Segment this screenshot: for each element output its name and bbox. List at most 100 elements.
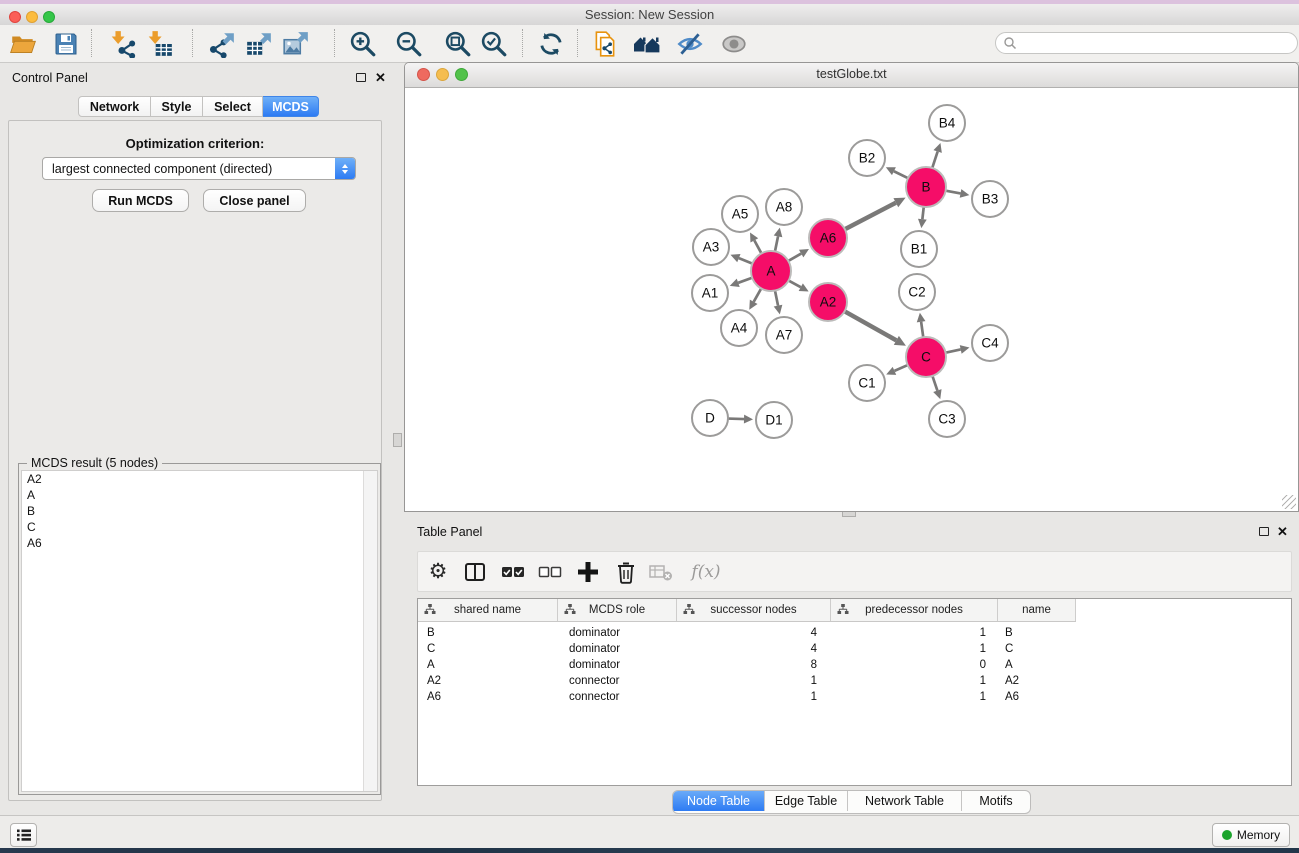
tab-edge-table[interactable]: Edge Table	[765, 791, 848, 811]
graph-node-label: A2	[820, 295, 837, 310]
zoom-in-button[interactable]	[347, 28, 379, 60]
cell-shared-name: A	[418, 657, 558, 673]
import-table-button[interactable]	[144, 28, 176, 60]
result-list-scrollbar[interactable]	[363, 471, 377, 791]
graph-edge-C-C4[interactable]	[946, 349, 961, 352]
column-header-predecessor-nodes[interactable]: predecessor nodes	[831, 599, 998, 621]
graph-edge-A-A1[interactable]	[738, 278, 752, 283]
attribute-tree-icon	[837, 604, 849, 615]
criterion-dropdown[interactable]: largest connected component (directed)	[42, 157, 356, 180]
cell-successor-nodes: 8	[677, 657, 831, 673]
table-panel-close-icon[interactable]: ✕	[1277, 527, 1288, 537]
criterion-dropdown-value: largest connected component (directed)	[43, 162, 335, 176]
export-network-button[interactable]	[206, 28, 238, 60]
network-graph[interactable]: B4B2BB3A8A5A6A3B1AA1C2A2A4A7C4CC1C3DD1	[405, 88, 1298, 511]
control-panel-title: Control Panel	[12, 71, 88, 85]
graph-edge-A-A3[interactable]	[739, 258, 753, 263]
control-panel-close-icon[interactable]: ✕	[375, 73, 386, 83]
save-session-button[interactable]	[50, 28, 82, 60]
graph-edge-A-A6[interactable]	[788, 254, 801, 261]
cell-mcds-role: connector	[558, 673, 677, 689]
list-item[interactable]: A6	[22, 535, 377, 551]
network-canvas[interactable]: B4B2BB3A8A5A6A3B1AA1C2A2A4A7C4CC1C3DD1	[405, 88, 1298, 511]
zoom-out-button[interactable]	[393, 28, 425, 60]
zoom-fit-icon	[444, 30, 472, 58]
graph-node-label: B1	[911, 242, 928, 257]
list-item[interactable]: B	[22, 503, 377, 519]
list-item[interactable]: C	[22, 519, 377, 535]
add-column-button[interactable]	[572, 557, 604, 587]
graph-edge-B-B2[interactable]	[894, 171, 908, 178]
table-row[interactable]: A dominator 8 0 A	[418, 657, 1076, 673]
cell-mcds-role: dominator	[558, 657, 677, 673]
tab-motifs[interactable]: Motifs	[962, 791, 1030, 811]
graph-edge-A-A2[interactable]	[789, 281, 801, 288]
mcds-result-list[interactable]: A2 A B C A6	[21, 470, 378, 792]
graph-edge-D-D1[interactable]	[728, 419, 744, 420]
table-row[interactable]: B dominator 4 1 B	[418, 625, 1076, 641]
graph-edge-B-B3[interactable]	[946, 191, 961, 194]
list-item[interactable]: A2	[22, 471, 377, 487]
column-header-name[interactable]: name	[998, 599, 1076, 621]
resize-grip-icon[interactable]	[1282, 495, 1296, 509]
column-header-mcds-role[interactable]: MCDS role	[558, 599, 677, 621]
column-header-shared-name[interactable]: shared name	[418, 599, 558, 621]
delete-column-button[interactable]	[610, 557, 642, 587]
graph-edge-B-B4[interactable]	[932, 152, 937, 168]
list-item[interactable]: A	[22, 487, 377, 503]
cell-successor-nodes: 4	[677, 625, 831, 641]
import-network-button[interactable]	[107, 28, 139, 60]
close-panel-button[interactable]: Close panel	[203, 189, 306, 212]
graph-edge-A-A7[interactable]	[775, 291, 778, 306]
tab-network[interactable]: Network	[78, 96, 151, 117]
network-window-title: testGlobe.txt	[405, 67, 1298, 81]
tab-select[interactable]: Select	[203, 96, 263, 117]
table-settings-button[interactable]: ⚙	[422, 557, 454, 587]
zoom-selected-button[interactable]	[478, 28, 510, 60]
graph-edge-A6-B[interactable]	[845, 203, 896, 230]
tab-network-table[interactable]: Network Table	[848, 791, 962, 811]
graph-edge-A-A8[interactable]	[775, 236, 778, 251]
tab-node-table[interactable]: Node Table	[673, 791, 765, 811]
delete-table-button[interactable]	[645, 557, 677, 587]
show-panels-button[interactable]	[10, 823, 37, 847]
column-header-successor-nodes[interactable]: successor nodes	[677, 599, 831, 621]
zoom-fit-button[interactable]	[442, 28, 474, 60]
table-row[interactable]: A6 connector 1 1 A6	[418, 689, 1076, 705]
export-network-icon	[208, 30, 236, 58]
graph-edge-A-A4[interactable]	[754, 288, 762, 301]
search-input[interactable]	[1017, 35, 1271, 51]
graph-edge-C-C1[interactable]	[894, 365, 907, 371]
graph-edge-B-B1[interactable]	[922, 207, 923, 219]
tab-style[interactable]: Style	[151, 96, 203, 117]
hide-graphics-button[interactable]	[674, 28, 706, 60]
graph-node-label: A	[766, 264, 775, 279]
function-builder-button[interactable]: f(x)	[686, 557, 726, 587]
graph-edge-A2-C[interactable]	[845, 311, 897, 340]
search-icon	[1003, 36, 1017, 50]
tab-mcds[interactable]: MCDS	[263, 96, 319, 117]
export-table-button[interactable]	[243, 28, 275, 60]
export-image-button[interactable]	[280, 28, 312, 60]
search-field[interactable]	[995, 32, 1298, 54]
deselect-all-button[interactable]	[534, 557, 566, 587]
open-session-button[interactable]	[7, 28, 39, 60]
home-button[interactable]	[631, 28, 663, 60]
control-panel-float-icon[interactable]	[356, 73, 366, 82]
network-window-titlebar: testGlobe.txt	[405, 63, 1298, 88]
select-all-button[interactable]	[497, 557, 529, 587]
vertical-divider-grip[interactable]	[393, 433, 402, 447]
table-panel-float-icon[interactable]	[1259, 527, 1269, 536]
show-columns-button[interactable]	[459, 557, 491, 587]
table-row[interactable]: C dominator 4 1 C	[418, 641, 1076, 657]
run-mcds-button[interactable]: Run MCDS	[92, 189, 189, 212]
graph-edge-A-A5[interactable]	[754, 240, 761, 253]
graph-edge-C-C3[interactable]	[932, 376, 937, 391]
column-label: successor nodes	[710, 604, 796, 616]
show-graphics-button[interactable]	[718, 28, 750, 60]
table-row[interactable]: A2 connector 1 1 A2	[418, 673, 1076, 689]
memory-button[interactable]: Memory	[1212, 823, 1290, 847]
graph-edge-C-C2[interactable]	[921, 322, 923, 337]
apply-layout-button[interactable]	[535, 28, 567, 60]
clone-network-button[interactable]	[589, 28, 621, 60]
